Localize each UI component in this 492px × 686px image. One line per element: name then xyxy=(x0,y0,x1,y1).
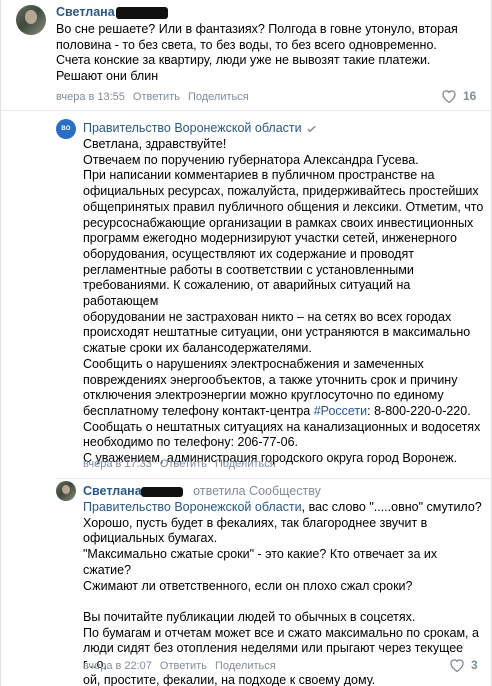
comment-meta: вчера в 13:55 Ответить Поделиться xyxy=(56,91,249,103)
reply-button[interactable]: Ответить xyxy=(160,458,207,470)
like-count: 16 xyxy=(463,89,477,103)
divider xyxy=(1,110,492,111)
avatar-logo-text: ВО xyxy=(61,126,71,132)
comment-meta: вчера в 22:07 Ответить Поделиться xyxy=(83,660,276,672)
like-count: 3 xyxy=(471,658,478,672)
comment-text: Светлана, здравствуйте! Отвечаем по пору… xyxy=(83,137,488,467)
reply-to-label[interactable]: ответила Сообществу xyxy=(193,484,321,498)
verified-icon xyxy=(306,125,316,133)
like-button[interactable]: 3 xyxy=(449,658,478,672)
comments-panel: Светлана Во сне решаете? Или в фантазиях… xyxy=(0,0,492,686)
share-button[interactable]: Поделиться xyxy=(215,458,276,470)
comment-meta: вчера в 17:33 Ответить Поделиться xyxy=(83,458,276,470)
comment-author[interactable]: Правительство Воронежской области xyxy=(83,121,317,135)
comment-text: Правительство Воронежской области, вас с… xyxy=(83,500,488,686)
reply-button[interactable]: Ответить xyxy=(133,91,180,103)
comment-author-name[interactable]: Светлана xyxy=(83,484,142,498)
comment-time[interactable]: вчера в 13:55 xyxy=(56,91,125,103)
comment-author-name[interactable]: Правительство Воронежской области xyxy=(83,121,302,135)
comment-author: Светлана ответила Сообществу xyxy=(83,484,321,498)
share-button[interactable]: Поделиться xyxy=(188,91,249,103)
comment-author[interactable]: Светлана xyxy=(56,5,115,19)
like-button[interactable]: 16 xyxy=(441,89,476,103)
avatar[interactable] xyxy=(16,5,46,35)
mention-link[interactable]: Правительство Воронежской области xyxy=(83,500,302,514)
heart-icon xyxy=(450,659,464,672)
divider xyxy=(56,478,492,479)
hashtag-link[interactable]: #Россети xyxy=(314,404,367,418)
reply-button[interactable]: Ответить xyxy=(160,660,207,672)
comment-time[interactable]: вчера в 22:07 xyxy=(83,660,152,672)
redacted-surname xyxy=(141,487,183,497)
comment-text-part: Светлана, здравствуйте! Отвечаем по пору… xyxy=(83,137,484,418)
avatar[interactable]: ВО xyxy=(56,119,76,139)
redacted-surname xyxy=(116,7,168,19)
comment-text: Во сне решаете? Или в фантазиях? Полгода… xyxy=(56,22,458,84)
avatar[interactable] xyxy=(56,481,76,501)
heart-icon xyxy=(442,90,456,103)
share-button[interactable]: Поделиться xyxy=(215,660,276,672)
comment-text-part: , вас слово ".....овно" смутило? Хорошо,… xyxy=(83,500,482,686)
comment-time[interactable]: вчера в 17:33 xyxy=(83,458,152,470)
